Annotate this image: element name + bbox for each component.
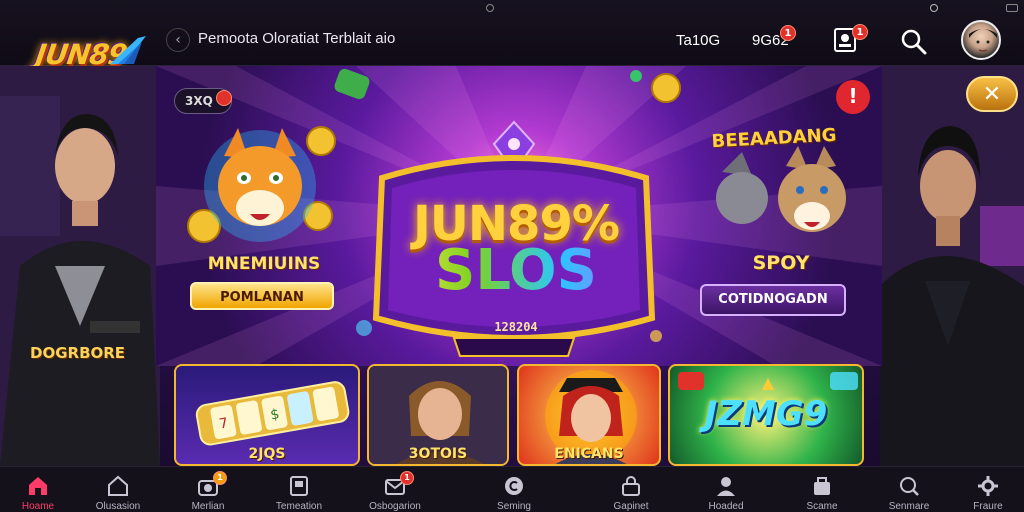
card-label: ENICANS bbox=[554, 446, 624, 462]
nav-label: Temeation bbox=[275, 501, 323, 512]
bottom-navigation: Hoame Olusasion 1 Merlian Temeation 1 Os… bbox=[0, 466, 1024, 512]
nav-label: Senmare bbox=[888, 501, 930, 512]
nav-item-merlian[interactable]: 1 Merlian bbox=[163, 467, 253, 512]
promo-banner[interactable]: 3XQ ! MNEMIUINS POMLANAN JUN89% SLOS 128… bbox=[156, 66, 882, 366]
close-button[interactable]: ✕ bbox=[966, 76, 1018, 112]
nav-label: Osbogarion bbox=[369, 501, 421, 512]
bookmark-icon bbox=[290, 476, 308, 496]
bag-icon bbox=[814, 477, 830, 495]
card-title: JZMG9 bbox=[704, 394, 828, 434]
nav-badge: 1 bbox=[400, 471, 414, 485]
game-card-jzmg9[interactable]: JZMG9 bbox=[668, 364, 864, 466]
banner-subtitle: SLOS bbox=[386, 238, 646, 303]
left-promo-title: MNEMIUINS bbox=[207, 254, 321, 274]
nav-label: Hoaded bbox=[708, 501, 744, 512]
wifi-icon bbox=[930, 4, 938, 12]
game-card-heroine[interactable]: ENICANS bbox=[517, 364, 661, 466]
left-character-art bbox=[0, 66, 160, 466]
nav-badge: 1 bbox=[213, 471, 227, 485]
nav-item-home[interactable]: Hoame bbox=[0, 467, 83, 512]
game-card-reels[interactable]: 7 $ 2JQS bbox=[174, 364, 360, 466]
nav-item-osbogarion[interactable]: 1 Osbogarion bbox=[350, 467, 440, 512]
lock-icon bbox=[622, 476, 640, 496]
nav-label: Hoame bbox=[21, 501, 55, 512]
circle-c-icon bbox=[505, 477, 523, 495]
nav-label: Olusasion bbox=[95, 501, 141, 512]
nav-item-hoaded[interactable]: Hoaded bbox=[681, 467, 771, 512]
pill-badge-dot bbox=[216, 90, 232, 106]
back-button[interactable]: ‹ bbox=[166, 28, 190, 52]
nav-item-gapinet[interactable]: Gapinet bbox=[586, 467, 676, 512]
nav-item-scame[interactable]: Scame bbox=[777, 467, 867, 512]
game-card-hero[interactable]: 3OTOIS bbox=[367, 364, 509, 466]
nav-label: Merlian bbox=[191, 501, 225, 512]
nav-label: Seming bbox=[497, 501, 531, 512]
nav-item-fraure[interactable]: Fraure bbox=[943, 467, 1024, 512]
app-root: JUN89 ‹ Pemoota Oloratiat Terblait aio T… bbox=[0, 0, 1024, 512]
nav-label: Gapinet bbox=[613, 501, 649, 512]
right-character-art bbox=[880, 66, 1024, 466]
nav-item-olusasion[interactable]: Olusasion bbox=[73, 467, 163, 512]
status-dot bbox=[486, 4, 494, 12]
nav-item-senmare[interactable]: Senmare bbox=[864, 467, 954, 512]
user-icon bbox=[717, 477, 735, 496]
nav-label: Scame bbox=[806, 501, 838, 512]
home-icon bbox=[29, 477, 47, 495]
nav-item-seming[interactable]: Seming bbox=[469, 467, 559, 512]
announcement-text: Pemoota Oloratiat Terblait aio bbox=[198, 30, 396, 47]
alert-button[interactable]: ! bbox=[836, 80, 870, 114]
gear-icon bbox=[978, 476, 998, 496]
left-promo-button[interactable]: POMLANAN bbox=[190, 282, 334, 310]
right-character-panel bbox=[880, 66, 1024, 466]
balance-counter[interactable]: Ta10G bbox=[676, 32, 720, 49]
nav-label: Fraure bbox=[973, 501, 1003, 512]
right-promo-title: SPOY bbox=[752, 252, 810, 274]
tiger-mascot bbox=[204, 128, 316, 242]
wolf-mascot bbox=[716, 146, 846, 232]
user-avatar[interactable] bbox=[961, 20, 1001, 60]
right-promo-button[interactable]: COTIDNOGADN bbox=[700, 284, 846, 316]
brand-logo[interactable]: JUN89 bbox=[16, 16, 146, 71]
inbox-badge: 1 bbox=[852, 24, 868, 40]
card-label: 2JQS bbox=[248, 446, 286, 462]
avatar-face-icon bbox=[969, 29, 997, 52]
card-label: 3OTOIS bbox=[408, 446, 468, 462]
top-bar: JUN89 ‹ Pemoota Oloratiat Terblait aio T… bbox=[0, 0, 1024, 71]
house-outline-icon bbox=[108, 475, 128, 496]
counter-badge: 1 bbox=[780, 25, 796, 41]
left-character-caption: DOGRBORE bbox=[30, 344, 126, 362]
battery-icon bbox=[1006, 4, 1018, 12]
left-character-panel: DOGRBORE bbox=[0, 66, 160, 466]
search-icon bbox=[900, 477, 919, 496]
banner-number: 128204 bbox=[494, 320, 538, 334]
nav-item-temeation[interactable]: Temeation bbox=[254, 467, 344, 512]
search-icon[interactable] bbox=[900, 28, 928, 56]
logo-swoosh-icon bbox=[110, 36, 146, 64]
